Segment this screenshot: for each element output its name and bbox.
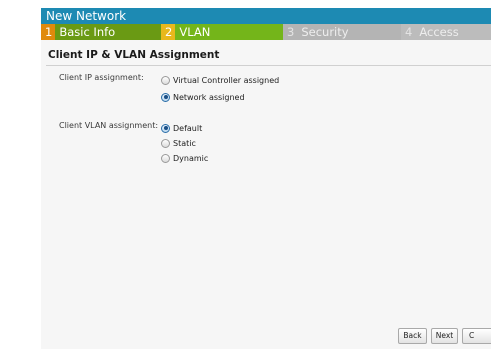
wizard-steps: 1 Basic Info 2 VLAN 3 Security 4 Access [41, 24, 491, 40]
step-label: Access [419, 25, 459, 39]
radio-label: Network assigned [173, 92, 245, 102]
back-button[interactable]: Back [398, 328, 427, 344]
client-ip-assignment-label: Client IP assignment: [59, 73, 144, 82]
radio-label: Virtual Controller assigned [173, 75, 280, 85]
radio-checked-icon[interactable] [161, 92, 170, 102]
radio-virtual-controller-assigned[interactable]: Virtual Controller assigned [161, 74, 279, 86]
wizard-content: Client IP & VLAN Assignment Client IP as… [41, 40, 491, 349]
dialog-title: New Network [46, 9, 127, 23]
step-number: 1 [41, 24, 56, 40]
section-title: Client IP & VLAN Assignment [48, 49, 220, 61]
radio-unchecked-icon[interactable] [161, 75, 170, 85]
radio-vlan-static[interactable]: Static [161, 137, 196, 149]
step-label: Security [301, 25, 349, 39]
radio-vlan-dynamic[interactable]: Dynamic [161, 152, 208, 164]
section-divider [46, 65, 491, 66]
step-basic-info[interactable]: 1 Basic Info [41, 24, 161, 40]
radio-network-assigned[interactable]: Network assigned [161, 91, 245, 103]
dialog-title-bar: New Network [41, 8, 491, 24]
cancel-button[interactable]: C [462, 328, 491, 344]
step-label: VLAN [179, 25, 211, 39]
radio-label: Dynamic [173, 153, 209, 163]
step-access[interactable]: 4 Access [401, 24, 491, 40]
radio-checked-icon[interactable] [161, 123, 170, 133]
new-network-dialog: New Network 1 Basic Info 2 VLAN 3 Security … [41, 0, 491, 349]
step-number: 2 [161, 24, 176, 40]
step-number: 4 [405, 25, 413, 39]
radio-label: Static [173, 138, 196, 148]
radio-unchecked-icon[interactable] [161, 153, 170, 163]
client-vlan-assignment-label: Client VLAN assignment: [59, 121, 159, 130]
radio-vlan-default[interactable]: Default [161, 122, 202, 134]
step-security[interactable]: 3 Security [283, 24, 401, 40]
radio-label: Default [173, 123, 203, 133]
step-vlan[interactable]: 2 VLAN [161, 24, 283, 40]
radio-unchecked-icon[interactable] [161, 138, 170, 148]
next-button[interactable]: Next [431, 328, 458, 344]
step-label: Basic Info [59, 25, 116, 39]
step-number: 3 [287, 25, 295, 39]
